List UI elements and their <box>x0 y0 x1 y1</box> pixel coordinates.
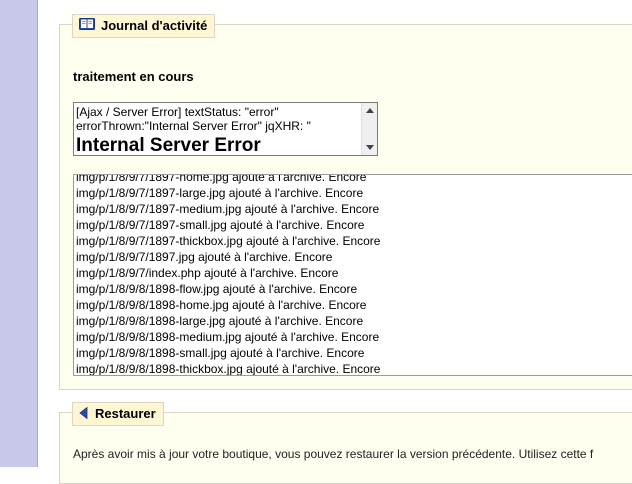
error-message-content: [Ajax / Server Error] textStatus: "error… <box>76 105 360 155</box>
log-entry: img/p/1/8/9/8/1898-flow.jpg ajouté à l'a… <box>76 282 358 296</box>
arrow-left-icon <box>79 404 89 426</box>
activity-log-panel: Journal d'activité traitement en cours [… <box>59 14 632 390</box>
log-entry: img/p/1/8/9/8/1898-home.jpg ajouté à l'a… <box>76 298 367 312</box>
restore-panel: Restaurer Après avoir mis à jour votre b… <box>59 402 632 484</box>
book-icon <box>79 16 95 38</box>
scroll-up-icon[interactable] <box>366 108 374 113</box>
error-line-2: errorThrown:"Internal Server Error" jqXH… <box>76 119 311 133</box>
log-entries: img/p/1/8/9/7/1897-home.jpg ajouté à l'a… <box>76 174 381 376</box>
scroll-down-icon[interactable] <box>366 145 374 150</box>
left-sidebar <box>0 0 38 467</box>
error-scrollbar[interactable] <box>361 103 377 155</box>
restore-legend: Restaurer <box>72 402 164 426</box>
log-entry: img/p/1/8/9/7/1897-medium.jpg ajouté à l… <box>76 202 380 216</box>
restore-title: Restaurer <box>95 406 156 421</box>
gutter <box>38 0 58 467</box>
log-entry: img/p/1/8/9/8/1898-large.jpg ajouté à l'… <box>76 314 364 328</box>
log-entry: img/p/1/8/9/8/1898-medium.jpg ajouté à l… <box>76 330 380 344</box>
log-entry: img/p/1/8/9/8/1898-thickbox.jpg ajouté à… <box>76 362 381 376</box>
error-line-1: [Ajax / Server Error] textStatus: "error… <box>76 105 279 119</box>
log-entry: img/p/1/8/9/7/1897-small.jpg ajouté à l'… <box>76 218 365 232</box>
log-entry: img/p/1/8/9/7/index.php ajouté à l'archi… <box>76 266 339 280</box>
log-entry: img/p/1/8/9/8/1898-small.jpg ajouté à l'… <box>76 346 365 360</box>
error-message-box[interactable]: [Ajax / Server Error] textStatus: "error… <box>73 102 378 156</box>
log-entry: img/p/1/8/9/7/1897-thickbox.jpg ajouté à… <box>76 234 381 248</box>
activity-log-list[interactable]: img/p/1/8/9/7/1897-home.jpg ajouté à l'a… <box>73 174 632 376</box>
restore-description: Après avoir mis à jour votre boutique, v… <box>73 447 594 461</box>
processing-status: traitement en cours <box>73 69 194 84</box>
error-heading: Internal Server Error <box>76 135 261 155</box>
log-entry: img/p/1/8/9/7/1897.jpg ajouté à l'archiv… <box>76 250 333 264</box>
activity-log-legend: Journal d'activité <box>72 14 216 38</box>
activity-log-title: Journal d'activité <box>101 18 208 33</box>
log-entry: img/p/1/8/9/7/1897-home.jpg ajouté à l'a… <box>76 174 367 184</box>
log-entry: img/p/1/8/9/7/1897-large.jpg ajouté à l'… <box>76 186 364 200</box>
